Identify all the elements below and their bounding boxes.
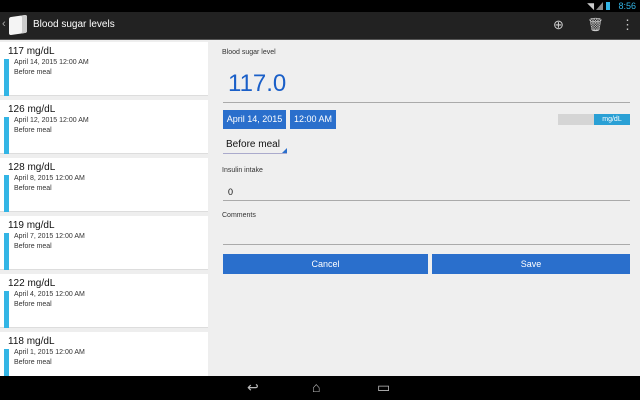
unit-toggle[interactable]: mg/dL	[558, 114, 630, 125]
insulin-label: Insulin intake	[222, 167, 263, 174]
level-label: Blood sugar level	[222, 49, 276, 56]
entry-datetime: April 12, 2015 12:00 AM	[14, 117, 89, 124]
color-bar	[4, 233, 9, 270]
entry-datetime: April 4, 2015 12:00 AM	[14, 291, 85, 298]
entry-meal: Before meal	[14, 243, 52, 250]
detail-pane: Blood sugar level 117.0 April 14, 2015 1…	[210, 40, 640, 376]
dropdown-corner-icon	[282, 148, 287, 153]
entry-datetime: April 8, 2015 12:00 AM	[14, 175, 85, 182]
level-underline	[223, 102, 630, 103]
level-input[interactable]: 117.0	[228, 70, 286, 98]
entry-meal: Before meal	[14, 69, 52, 76]
entry-value: 122 mg/dL	[8, 278, 56, 289]
entry-datetime: April 1, 2015 12:00 AM	[14, 349, 85, 356]
meal-value: Before meal	[226, 139, 280, 150]
meal-spinner[interactable]: Before meal	[223, 136, 287, 154]
add-circle-icon[interactable]: ⊕	[553, 17, 564, 33]
entry-value: 117 mg/dL	[8, 46, 55, 57]
time-button[interactable]: 12:00 AM	[290, 110, 336, 129]
trash-icon[interactable]: 🗑	[587, 17, 604, 33]
entry-value: 128 mg/dL	[8, 162, 56, 173]
save-button[interactable]: Save	[432, 254, 630, 274]
list-item[interactable]: 126 mg/dL April 12, 2015 12:00 AM Before m…	[0, 100, 208, 154]
list-item[interactable]: 122 mg/dL April 4, 2015 12:00 AM Before me…	[0, 274, 208, 328]
entry-meal: Before meal	[14, 185, 52, 192]
wifi-icon: ◥	[587, 1, 594, 11]
home-icon[interactable]: ⌂	[312, 379, 320, 395]
status-bar: ◥ 8:56	[0, 0, 640, 12]
clock: 8:56	[618, 1, 636, 11]
color-bar	[4, 59, 9, 96]
back-chevron-icon[interactable]: ‹	[2, 18, 6, 30]
unit-mgdl[interactable]: mg/dL	[594, 114, 630, 125]
list-item[interactable]: 118 mg/dL April 1, 2015 12:00 AM Before me…	[0, 332, 208, 376]
list-item[interactable]: 117 mg/dL April 14, 2015 12:00 AM Before m…	[0, 42, 208, 96]
entry-datetime: April 14, 2015 12:00 AM	[14, 59, 89, 66]
entry-value: 126 mg/dL	[8, 104, 56, 115]
entry-datetime: April 7, 2015 12:00 AM	[14, 233, 85, 240]
list-item[interactable]: 128 mg/dL April 8, 2015 12:00 AM Before me…	[0, 158, 208, 212]
entry-list[interactable]: 117 mg/dL April 14, 2015 12:00 AM Before m…	[0, 40, 210, 376]
color-bar	[4, 175, 9, 212]
date-button[interactable]: April 14, 2015	[223, 110, 286, 129]
entry-meal: Before meal	[14, 127, 52, 134]
color-bar	[4, 349, 9, 376]
comments-label: Comments	[222, 212, 256, 219]
color-bar	[4, 291, 9, 328]
signal-icon	[596, 2, 603, 10]
overflow-menu-icon[interactable]: ⋮	[621, 17, 634, 33]
app-logo[interactable]	[9, 14, 27, 36]
recents-icon[interactable]: ▭	[377, 379, 390, 396]
action-bar: ‹ Blood sugar levels ⊕ 🗑 ⋮	[0, 12, 640, 40]
entry-value: 118 mg/dL	[8, 336, 55, 347]
insulin-input[interactable]: 0	[223, 183, 630, 201]
battery-icon	[606, 2, 610, 10]
page-title: Blood sugar levels	[33, 19, 115, 30]
entry-meal: Before meal	[14, 301, 52, 308]
comments-input[interactable]	[223, 227, 630, 245]
cancel-button[interactable]: Cancel	[223, 254, 428, 274]
back-icon[interactable]: ↩	[247, 379, 259, 396]
entry-value: 119 mg/dL	[8, 220, 55, 231]
entry-meal: Before meal	[14, 359, 52, 366]
list-item[interactable]: 119 mg/dL April 7, 2015 12:00 AM Before me…	[0, 216, 208, 270]
navigation-bar: ↩ ⌂ ▭	[0, 376, 640, 400]
color-bar	[4, 117, 9, 154]
